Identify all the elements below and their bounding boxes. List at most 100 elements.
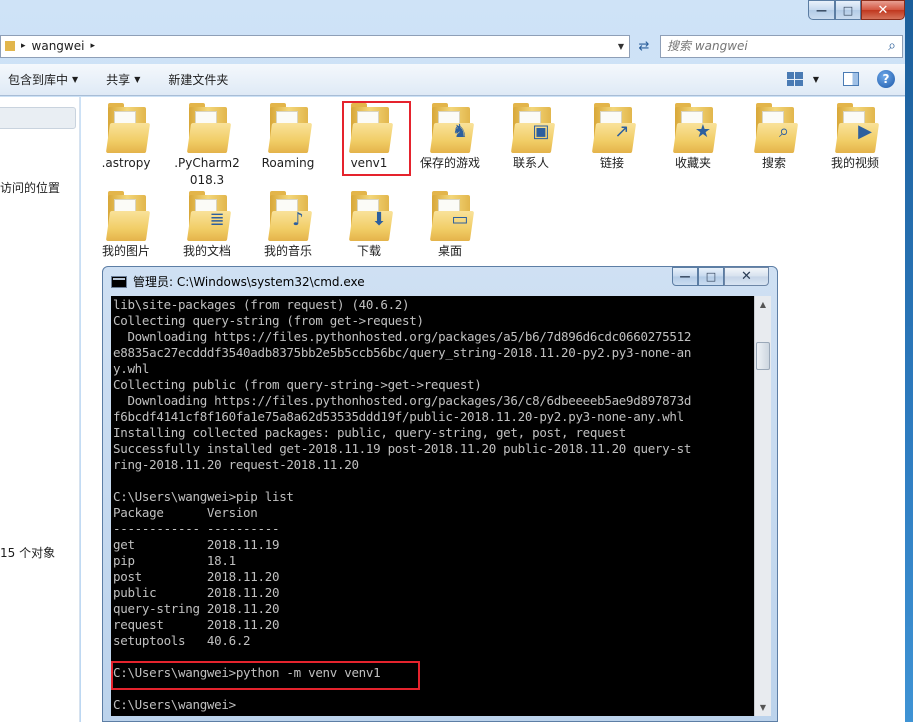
folder-icon: ▭ [428, 191, 475, 241]
folder-label: 链接 [599, 156, 624, 170]
folder-item[interactable]: ♞ 保存的游戏 [410, 103, 490, 172]
cmd-caption-buttons: — □ ✕ [672, 267, 769, 286]
chevron-down-icon: ▼ [72, 75, 79, 84]
maximize-icon: □ [705, 270, 717, 283]
folder-icon [347, 103, 394, 153]
folder-emblem-icon [367, 119, 391, 143]
vertical-scrollbar[interactable]: ▲ ▼ [754, 296, 771, 716]
cmd-maximize-button[interactable]: □ [698, 267, 724, 286]
cmd-window: 管理员: C:\Windows\system32\cmd.exe — □ ✕ l… [102, 266, 778, 722]
close-button[interactable]: ✕ [861, 0, 905, 20]
folder-item[interactable]: 我的图片 [86, 191, 166, 260]
folder-item[interactable]: ⌕ 搜索 [734, 103, 814, 172]
cmd-close-button[interactable]: ✕ [724, 267, 769, 286]
explorer-caption-buttons: — □ ✕ [808, 0, 905, 20]
preview-pane-icon[interactable] [843, 72, 859, 86]
status-item-count: 15 个对象 [0, 546, 56, 560]
search-icon[interactable]: ⌕ [888, 38, 896, 54]
folder-emblem-icon: ⌕ [778, 120, 790, 142]
folder-label: 桌面 [437, 244, 462, 258]
folder-label: venv1 [350, 156, 388, 170]
breadcrumb-item-wangwei[interactable]: wangwei [32, 39, 85, 53]
close-icon: ✕ [741, 269, 752, 284]
address-dropdown-icon[interactable]: ▼ [618, 42, 624, 51]
search-input[interactable] [667, 39, 867, 53]
change-view-icon[interactable] [786, 72, 803, 86]
folder-item[interactable]: ▭ 桌面 [410, 191, 490, 260]
minimize-icon: — [816, 3, 827, 17]
close-icon: ✕ [877, 2, 889, 18]
folder-emblem-icon: ▣ [532, 120, 550, 142]
new-folder-button[interactable]: 新建文件夹 [160, 68, 236, 92]
minimize-button[interactable]: — [808, 0, 835, 20]
folder-item[interactable]: .PyCharm2018.3 [167, 103, 247, 189]
folder-item[interactable]: ★ 收藏夹 [653, 103, 733, 172]
scrollbar-thumb[interactable] [756, 342, 770, 370]
folder-item[interactable]: ▣ 联系人 [491, 103, 571, 172]
folder-label: 我的文档 [182, 244, 231, 258]
folder-label: 搜索 [761, 156, 786, 170]
breadcrumb: ▸ wangwei ▸ [5, 39, 95, 53]
include-in-library-button[interactable]: 包含到库中 ▼ [0, 68, 86, 92]
folder-icon: ↗ [590, 103, 637, 153]
help-icon[interactable]: ? [877, 70, 895, 88]
nav-item-recent-places[interactable]: 访问的位置 [0, 179, 60, 196]
refresh-icon: ⇄ [638, 38, 650, 54]
address-row: ▸ wangwei ▸ ▼ ⇄ ⌕ [0, 34, 905, 58]
folder-emblem-icon: ★ [694, 120, 712, 142]
folder-label: 我的图片 [101, 244, 150, 258]
folder-item[interactable]: Roaming [248, 103, 328, 172]
folder-item[interactable]: ≣ 我的文档 [167, 191, 247, 260]
folder-label: 收藏夹 [674, 156, 711, 170]
folder-icon: ⬇ [347, 191, 394, 241]
folder-icon: ⌕ [752, 103, 799, 153]
cmd-minimize-button[interactable]: — [672, 267, 698, 286]
refresh-button[interactable]: ⇄ [633, 35, 655, 58]
console-text: lib\site-packages (from request) (40.6.2… [113, 297, 692, 712]
folder-icon: ▣ [509, 103, 556, 153]
folder-emblem-icon: ≣ [209, 208, 225, 230]
nav-selected-item[interactable] [0, 107, 76, 129]
scroll-down-icon[interactable]: ▼ [755, 699, 771, 716]
cmd-icon [111, 275, 127, 288]
console-output-area[interactable]: lib\site-packages (from request) (40.6.2… [111, 296, 754, 716]
search-box[interactable]: ⌕ [660, 34, 903, 58]
breadcrumb-separator: ▸ [90, 41, 95, 51]
folder-icon: ♞ [428, 103, 475, 153]
chevron-down-icon: ▼ [134, 75, 141, 84]
new-folder-label: 新建文件夹 [168, 73, 229, 87]
folder-emblem-icon [286, 119, 310, 143]
folder-item[interactable]: ▶ 我的视频 [815, 103, 895, 172]
folder-emblem-icon: ♪ [292, 208, 304, 230]
annotation-highlight-venv-command [111, 661, 420, 690]
folder-icon [5, 41, 15, 51]
folder-emblem-icon [205, 119, 229, 143]
toolbar-right: ▼ ? [786, 70, 895, 88]
cmd-titlebar: 管理员: C:\Windows\system32\cmd.exe [111, 273, 365, 290]
folder-emblem-icon: ⬇ [371, 208, 387, 230]
maximize-button[interactable]: □ [835, 0, 861, 20]
folder-item[interactable]: ♪ 我的音乐 [248, 191, 328, 260]
folder-icon [185, 103, 232, 153]
folder-icon: ≣ [185, 191, 232, 241]
folder-label: 联系人 [512, 156, 549, 170]
minimize-icon: — [679, 270, 691, 283]
folder-item[interactable]: ↗ 链接 [572, 103, 652, 172]
share-label: 共享 [106, 73, 131, 87]
chevron-down-icon[interactable]: ▼ [813, 75, 819, 84]
include-in-library-label: 包含到库中 [8, 73, 69, 87]
folder-item[interactable]: venv1 [329, 103, 409, 172]
folder-icon: ♪ [266, 191, 313, 241]
folder-icon: ▶ [833, 103, 880, 153]
scroll-up-icon[interactable]: ▲ [755, 296, 771, 313]
folder-label: 下载 [356, 244, 381, 258]
share-button[interactable]: 共享 ▼ [98, 68, 148, 92]
command-bar: 包含到库中 ▼ 共享 ▼ 新建文件夹 ▼ ? [0, 64, 905, 96]
folder-icon: ★ [671, 103, 718, 153]
cmd-title: 管理员: C:\Windows\system32\cmd.exe [133, 275, 365, 289]
folder-icon [104, 103, 151, 153]
address-bar[interactable]: ▸ wangwei ▸ ▼ [0, 34, 630, 58]
folder-icon [266, 103, 313, 153]
folder-item[interactable]: ⬇ 下载 [329, 191, 409, 260]
folder-item[interactable]: .astropy [86, 103, 166, 172]
